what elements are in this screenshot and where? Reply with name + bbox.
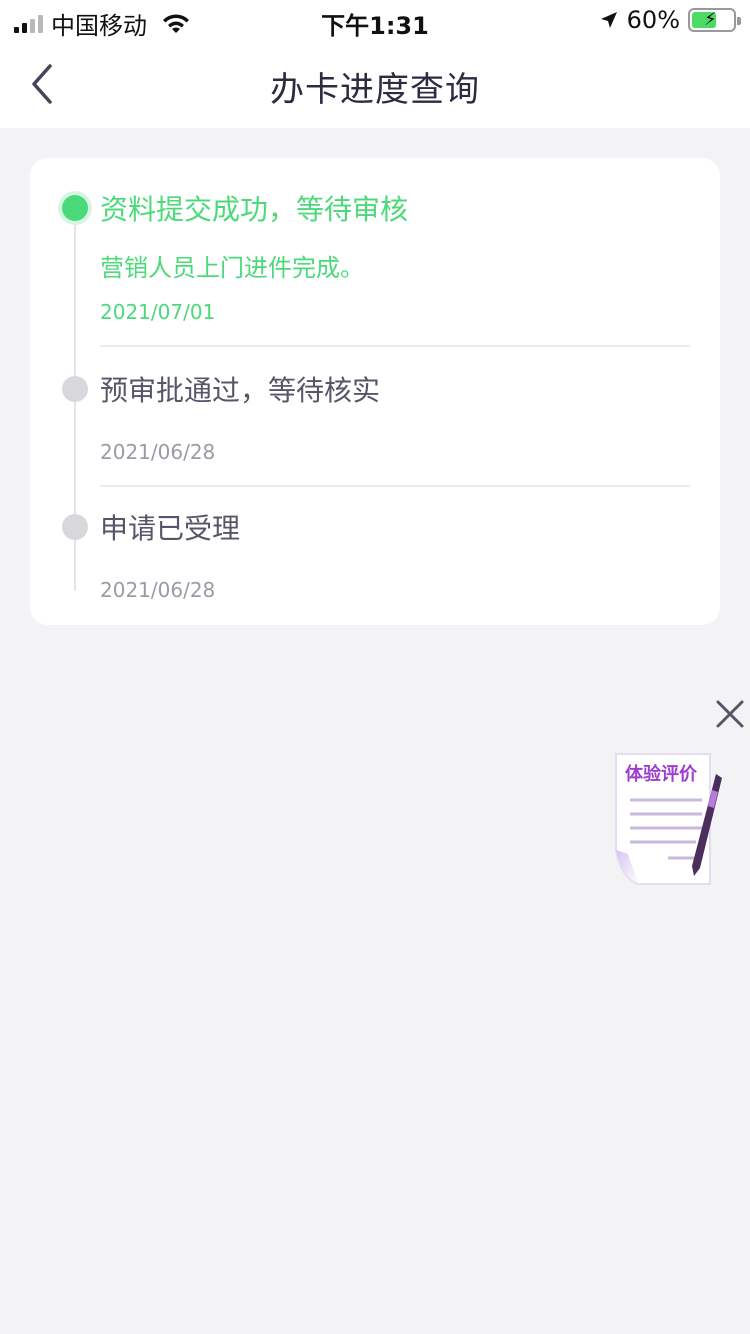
status-dot-icon: [62, 376, 88, 402]
status-dot-icon: [62, 195, 88, 221]
step-title: 资料提交成功，等待审核: [100, 193, 409, 226]
battery-icon: ⚡: [688, 8, 741, 32]
step-description: 营销人员上门进件完成。: [100, 254, 364, 282]
step-title: 预审批通过，等待核实: [100, 374, 381, 407]
step-date: 2021/06/28: [100, 578, 216, 602]
feedback-label: 体验评价: [625, 764, 697, 785]
step-date: 2021/06/28: [100, 440, 216, 464]
nav-bar: 办卡进度查询: [0, 40, 750, 128]
divider: [100, 345, 690, 347]
status-dot-icon: [62, 514, 88, 540]
close-icon: [716, 700, 744, 728]
location-arrow-icon: [600, 12, 617, 28]
progress-card: 资料提交成功，等待审核 营销人员上门进件完成。 2021/07/01 预审批通过…: [30, 158, 720, 625]
battery-percent: 60%: [626, 6, 680, 34]
status-bar: 中国移动 下午1:31 60% ⚡: [0, 0, 750, 40]
page-title: 办卡进度查询: [270, 70, 480, 110]
status-right: 60% ⚡: [599, 6, 741, 34]
feedback-button[interactable]: 体验评价: [610, 750, 728, 892]
divider: [100, 485, 690, 487]
step-title: 申请已受理: [100, 512, 241, 545]
step-date: 2021/07/01: [100, 300, 216, 324]
charging-bolt-icon: ⚡: [704, 9, 717, 30]
close-feedback-button[interactable]: [712, 696, 748, 732]
